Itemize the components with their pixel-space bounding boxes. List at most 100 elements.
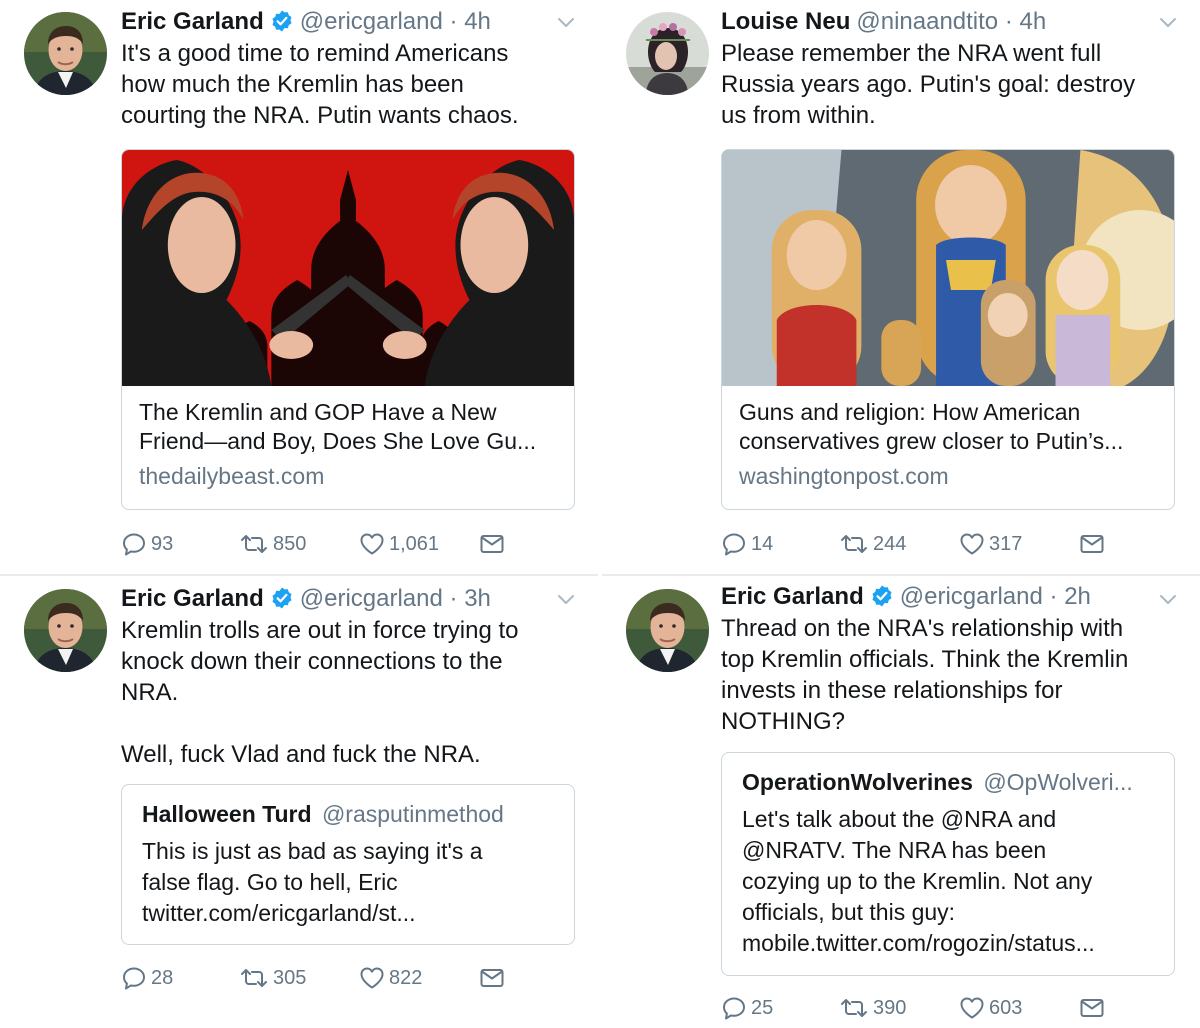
reply-count: 93 [151, 532, 174, 555]
timestamp[interactable]: 3h [464, 585, 491, 612]
reply-button[interactable]: 28 [121, 964, 173, 992]
like-button[interactable]: 317 [959, 530, 1022, 558]
separator-dot: · [1049, 583, 1058, 610]
like-count: 317 [989, 532, 1023, 555]
chevron-down-icon[interactable] [1156, 587, 1180, 611]
heart-icon [959, 995, 985, 1021]
link-card[interactable]: Guns and religion: How American conserva… [721, 149, 1175, 510]
envelope-icon [479, 531, 505, 557]
author-name[interactable]: Eric Garland [121, 8, 264, 35]
tweet-header: Eric Garland @ericgarland · 2h [721, 581, 1091, 613]
verified-badge-icon [270, 9, 294, 33]
reply-count: 28 [151, 966, 174, 989]
reply-button[interactable]: 93 [121, 530, 173, 558]
author-name[interactable]: Louise Neu [721, 8, 850, 35]
separator-dot: · [1004, 8, 1013, 35]
author-handle[interactable]: @ninaandtito [856, 8, 998, 35]
retweet-count: 850 [273, 532, 307, 555]
chevron-down-icon[interactable] [554, 10, 578, 34]
card-image [722, 150, 1174, 386]
tweet[interactable]: Eric Garland @ericgarland · 4h It's a goo… [0, 0, 598, 574]
like-count: 603 [989, 996, 1023, 1019]
verified-badge-icon [870, 584, 894, 608]
retweet-button[interactable]: 305 [239, 964, 306, 992]
quoted-tweet-text: Let's talk about the @NRA and @NRATV. Th… [742, 806, 1095, 956]
timestamp[interactable]: 4h [1020, 8, 1047, 35]
reply-count: 14 [751, 532, 774, 555]
retweet-icon [839, 531, 869, 557]
card-title: Guns and religion: How American conserva… [739, 399, 1124, 454]
timestamp[interactable]: 4h [464, 8, 491, 35]
tweet-actions: 14 244 317 [721, 530, 1141, 558]
tweet-text: Please remember the NRA went full Russia… [721, 40, 1136, 129]
tweet-text: Kremlin trolls are out in force trying t… [121, 617, 519, 768]
quoted-tweet[interactable]: Halloween Turd @rasputinmethod This is j… [121, 784, 575, 945]
tweet-header: Louise Neu @ninaandtito · 4h [721, 6, 1046, 38]
reply-icon [121, 531, 147, 557]
quoted-tweet-text: This is just as bad as saying it's a fal… [142, 838, 483, 926]
author-name[interactable]: Eric Garland [721, 583, 864, 610]
heart-icon [359, 531, 385, 557]
retweet-button[interactable]: 390 [839, 994, 906, 1022]
tweet[interactable]: Eric Garland @ericgarland · 3h Kremlin tr… [0, 577, 598, 1028]
quoted-tweet-header: Halloween Turd @rasputinmethod [142, 799, 554, 830]
timestamp[interactable]: 2h [1064, 583, 1091, 610]
retweet-count: 390 [873, 996, 907, 1019]
chevron-down-icon[interactable] [554, 587, 578, 611]
like-count: 1,061 [389, 532, 440, 555]
reply-button[interactable]: 14 [721, 530, 773, 558]
reply-icon [721, 531, 747, 557]
author-handle[interactable]: @ericgarland [300, 585, 443, 612]
envelope-icon [1079, 995, 1105, 1021]
like-count: 822 [389, 966, 423, 989]
quoted-author-name: Halloween Turd [142, 801, 312, 827]
quoted-author-handle: @OpWolveri... [983, 769, 1133, 795]
card-domain: washingtonpost.com [739, 463, 949, 489]
tweet[interactable]: Eric Garland @ericgarland · 2h Thread on … [602, 577, 1200, 1028]
chevron-down-icon[interactable] [1156, 10, 1180, 34]
retweet-count: 244 [873, 532, 907, 555]
quoted-author-handle: @rasputinmethod [321, 801, 504, 827]
separator-dot: · [449, 585, 458, 612]
tweet-actions: 93 850 1,061 [121, 530, 541, 558]
quoted-tweet-header: OperationWolverines @OpWolveri... [742, 767, 1154, 798]
envelope-icon [479, 965, 505, 991]
like-button[interactable]: 822 [359, 964, 422, 992]
tweet-header: Eric Garland @ericgarland · 4h [121, 6, 491, 38]
tweet[interactable]: Louise Neu @ninaandtito · 4h Please remem… [602, 0, 1200, 574]
avatar[interactable] [24, 589, 107, 672]
card-title: The Kremlin and GOP Have a New Friend—an… [139, 399, 537, 454]
reply-count: 25 [751, 996, 774, 1019]
reply-icon [721, 995, 747, 1021]
retweet-count: 305 [273, 966, 307, 989]
reply-button[interactable]: 25 [721, 994, 773, 1022]
retweet-icon [839, 995, 869, 1021]
link-card[interactable]: The Kremlin and GOP Have a New Friend—an… [121, 149, 575, 510]
avatar[interactable] [24, 12, 107, 95]
retweet-button[interactable]: 850 [239, 530, 306, 558]
tweet-header: Eric Garland @ericgarland · 3h [121, 583, 491, 615]
author-handle[interactable]: @ericgarland [300, 8, 443, 35]
tweet-actions: 25 390 603 [721, 994, 1141, 1022]
verified-badge-icon [270, 586, 294, 610]
direct-message-button[interactable] [1079, 530, 1105, 558]
reply-icon [121, 965, 147, 991]
avatar[interactable] [626, 589, 709, 672]
card-image [122, 150, 574, 386]
retweet-icon [239, 965, 269, 991]
retweet-icon [239, 531, 269, 557]
tweet-text: Thread on the NRA's relationship with to… [721, 615, 1129, 735]
envelope-icon [1079, 531, 1105, 557]
heart-icon [959, 531, 985, 557]
quoted-tweet[interactable]: OperationWolverines @OpWolveri... Let's … [721, 752, 1175, 976]
author-name[interactable]: Eric Garland [121, 585, 264, 612]
avatar[interactable] [626, 12, 709, 95]
like-button[interactable]: 603 [959, 994, 1022, 1022]
direct-message-button[interactable] [479, 964, 505, 992]
like-button[interactable]: 1,061 [359, 530, 439, 558]
direct-message-button[interactable] [479, 530, 505, 558]
direct-message-button[interactable] [1079, 994, 1105, 1022]
quoted-author-name: OperationWolverines [742, 769, 973, 795]
author-handle[interactable]: @ericgarland [900, 583, 1043, 610]
retweet-button[interactable]: 244 [839, 530, 906, 558]
